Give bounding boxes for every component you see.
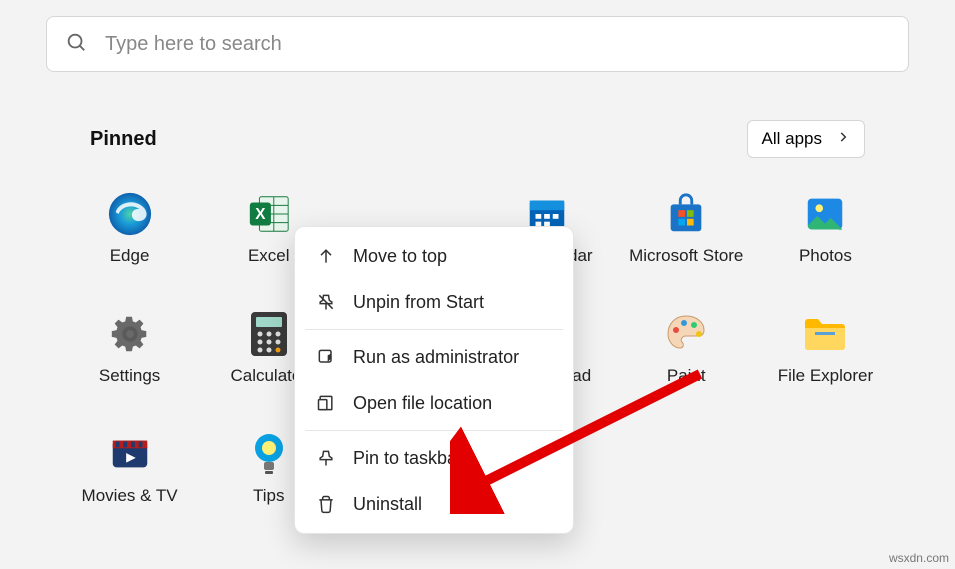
app-label: Edge (110, 246, 150, 266)
menu-label: Open file location (353, 393, 492, 414)
app-label: Photos (799, 246, 852, 266)
menu-label: Pin to taskbar (353, 448, 463, 469)
menu-label: Uninstall (353, 494, 422, 515)
section-title: Pinned (90, 128, 157, 151)
chevron-right-icon (836, 129, 850, 149)
folder-icon (801, 310, 849, 358)
app-edge[interactable]: Edge (60, 182, 199, 274)
menu-unpin-from-start[interactable]: Unpin from Start (295, 279, 573, 325)
photos-icon (801, 190, 849, 238)
menu-separator (305, 329, 563, 330)
store-icon (662, 190, 710, 238)
settings-icon (106, 310, 154, 358)
watermark: wsxdn.com (889, 551, 949, 565)
app-movies-tv[interactable]: Movies & TV (60, 422, 199, 514)
app-label: Settings (99, 366, 160, 386)
app-photos[interactable]: Photos (756, 182, 895, 274)
menu-run-as-admin[interactable]: Run as administrator (295, 334, 573, 380)
app-microsoft-store[interactable]: Microsoft Store (617, 182, 756, 274)
edge-icon (106, 190, 154, 238)
app-label: Excel (248, 246, 290, 266)
context-menu: Move to top Unpin from Start Run as admi… (294, 226, 574, 534)
paint-icon (662, 310, 710, 358)
menu-uninstall[interactable]: Uninstall (295, 481, 573, 527)
pin-icon (315, 447, 337, 469)
app-label: Paint (667, 366, 706, 386)
search-icon (65, 31, 87, 58)
search-bar[interactable] (46, 16, 909, 72)
app-settings[interactable]: Settings (60, 302, 199, 394)
menu-pin-to-taskbar[interactable]: Pin to taskbar (295, 435, 573, 481)
app-label: Movies & TV (82, 486, 178, 506)
shield-icon (315, 346, 337, 368)
menu-label: Move to top (353, 246, 447, 267)
all-apps-button[interactable]: All apps (747, 120, 865, 158)
excel-icon: X (245, 190, 293, 238)
arrow-up-icon (315, 245, 337, 267)
svg-text:X: X (255, 206, 266, 223)
menu-open-file-location[interactable]: Open file location (295, 380, 573, 426)
menu-label: Run as administrator (353, 347, 519, 368)
tips-icon (245, 430, 293, 478)
app-paint[interactable]: Paint (617, 302, 756, 394)
menu-separator (305, 430, 563, 431)
menu-label: Unpin from Start (353, 292, 484, 313)
all-apps-label: All apps (762, 129, 822, 149)
trash-icon (315, 493, 337, 515)
search-input[interactable] (105, 33, 890, 56)
calculator-icon (245, 310, 293, 358)
movies-icon (106, 430, 154, 478)
folder-open-icon (315, 392, 337, 414)
app-label: File Explorer (778, 366, 873, 386)
unpin-icon (315, 291, 337, 313)
menu-move-to-top[interactable]: Move to top (295, 233, 573, 279)
app-file-explorer[interactable]: File Explorer (756, 302, 895, 394)
app-label: Microsoft Store (629, 246, 743, 266)
app-label: Tips (253, 486, 285, 506)
